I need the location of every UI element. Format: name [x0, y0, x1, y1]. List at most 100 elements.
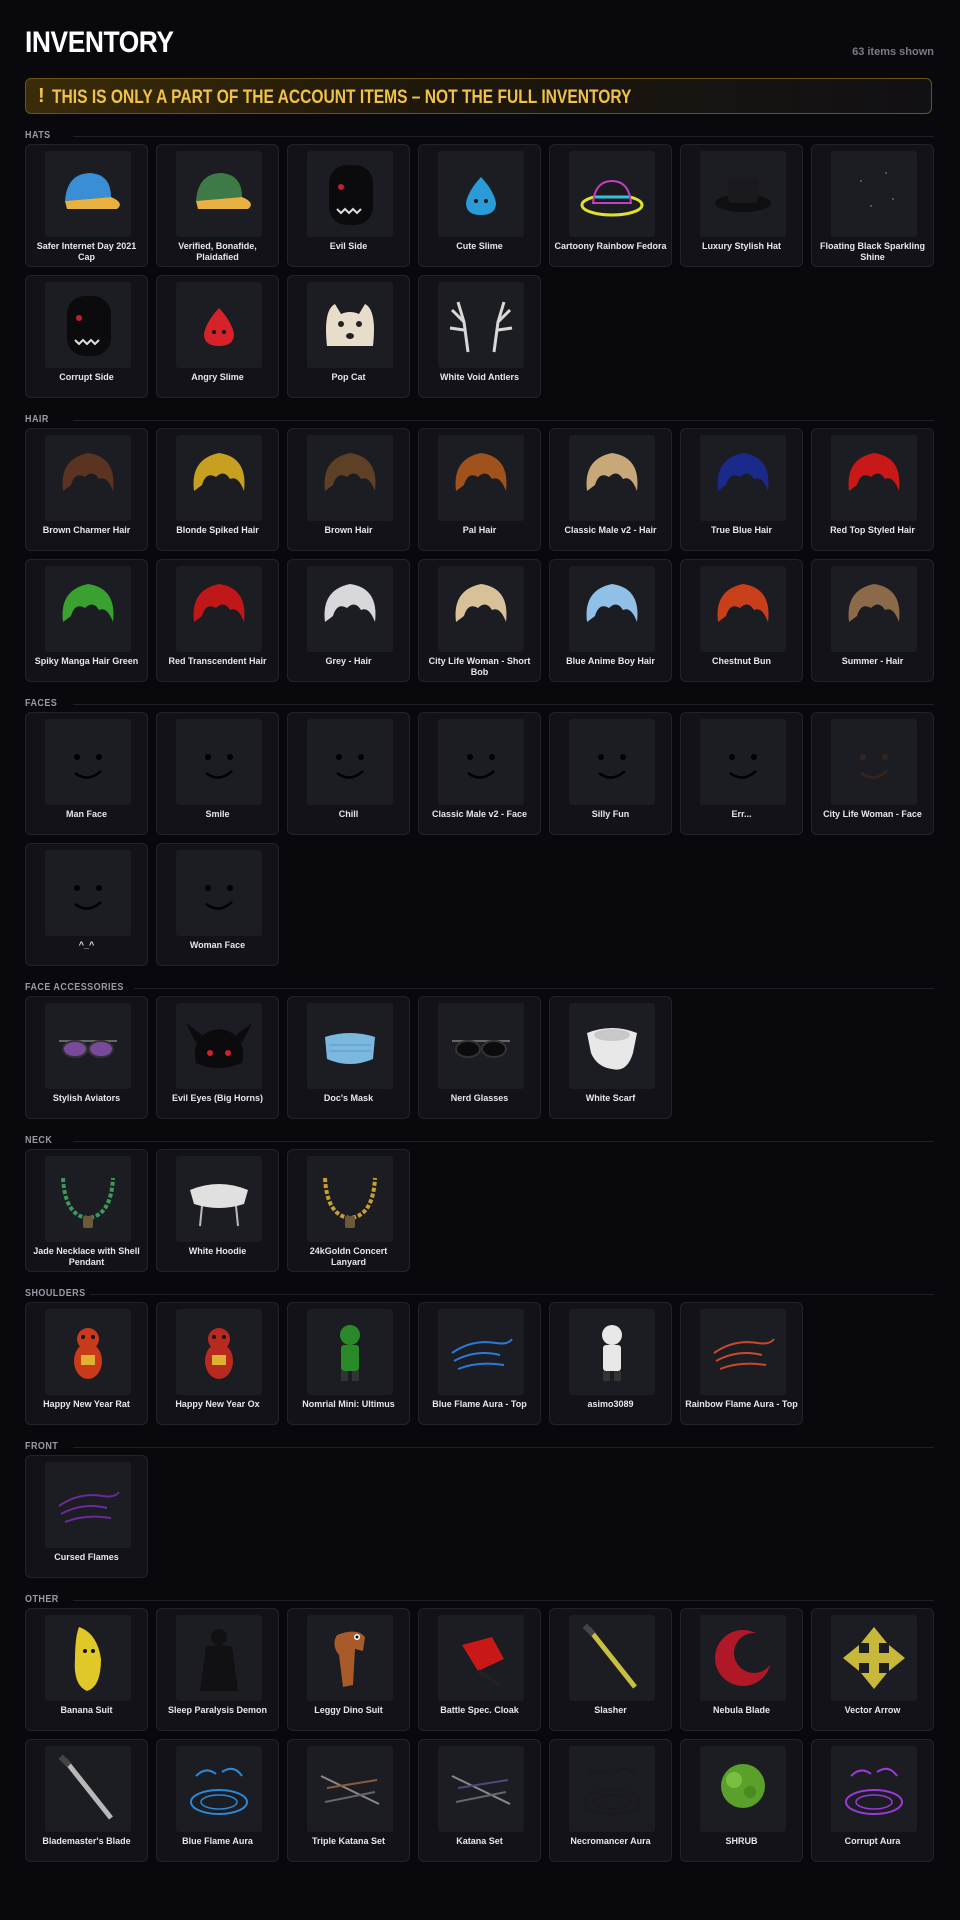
- item-card[interactable]: Floating Black Sparkling Shine: [811, 144, 934, 267]
- item-name: Slasher: [594, 1705, 627, 1715]
- antlers-icon: [438, 282, 524, 368]
- item-card[interactable]: Classic Male v2 - Hair: [549, 428, 672, 551]
- item-card[interactable]: Nebula Blade: [680, 1608, 803, 1731]
- item-card[interactable]: Cute Slime: [418, 144, 541, 267]
- item-card[interactable]: Summer - Hair: [811, 559, 934, 682]
- item-card[interactable]: Brown Hair: [287, 428, 410, 551]
- item-card[interactable]: Angry Slime: [156, 275, 279, 398]
- hair-icon: [831, 435, 917, 521]
- item-card[interactable]: Blue Anime Boy Hair: [549, 559, 672, 682]
- item-card[interactable]: Sleep Paralysis Demon: [156, 1608, 279, 1731]
- item-name: Grey - Hair: [325, 656, 372, 666]
- item-card[interactable]: Red Transcendent Hair: [156, 559, 279, 682]
- item-card[interactable]: Smile: [156, 712, 279, 835]
- item-card[interactable]: Nomrial Mini: Ultimus: [287, 1302, 410, 1425]
- item-name: Cute Slime: [456, 241, 503, 251]
- glasses-icon: [45, 1003, 131, 1089]
- item-card[interactable]: Grey - Hair: [287, 559, 410, 682]
- scarf-icon: [569, 1003, 655, 1089]
- katana-icon: [307, 1746, 393, 1832]
- item-card[interactable]: Blademaster's Blade: [25, 1739, 148, 1862]
- item-card[interactable]: Luxury Stylish Hat: [680, 144, 803, 267]
- item-card[interactable]: Cursed Flames: [25, 1455, 148, 1578]
- item-card[interactable]: Red Top Styled Hair: [811, 428, 934, 551]
- item-card[interactable]: Jade Necklace with Shell Pendant: [25, 1149, 148, 1272]
- item-card[interactable]: True Blue Hair: [680, 428, 803, 551]
- item-card[interactable]: Doc's Mask: [287, 996, 410, 1119]
- figure-icon: [569, 1309, 655, 1395]
- item-card[interactable]: Battle Spec. Cloak: [418, 1608, 541, 1731]
- face-icon: [569, 719, 655, 805]
- item-card[interactable]: Corrupt Aura: [811, 1739, 934, 1862]
- hat-icon: [700, 151, 786, 237]
- section-label: HAIR: [25, 414, 49, 425]
- item-card[interactable]: Chestnut Bun: [680, 559, 803, 682]
- item-card[interactable]: Blue Flame Aura - Top: [418, 1302, 541, 1425]
- cap-icon: [45, 151, 131, 237]
- item-name: Katana Set: [456, 1836, 503, 1846]
- item-card[interactable]: Silly Fun: [549, 712, 672, 835]
- item-card[interactable]: Verified, Bonafide, Plaidafied: [156, 144, 279, 267]
- item-card[interactable]: Spiky Manga Hair Green: [25, 559, 148, 682]
- section-header: FRONT: [25, 1441, 934, 1455]
- item-name: 24kGoldn Concert Lanyard: [309, 1246, 388, 1267]
- item-name: Blue Flame Aura - Top: [432, 1399, 527, 1409]
- item-card[interactable]: Happy New Year Rat: [25, 1302, 148, 1425]
- item-card[interactable]: Corrupt Side: [25, 275, 148, 398]
- item-name: True Blue Hair: [710, 525, 773, 535]
- item-name: White Scarf: [585, 1093, 636, 1103]
- item-card[interactable]: Triple Katana Set: [287, 1739, 410, 1862]
- item-card[interactable]: Slasher: [549, 1608, 672, 1731]
- flame-icon: [700, 1309, 786, 1395]
- slime-icon: [438, 151, 524, 237]
- section-divider: [133, 988, 934, 989]
- item-card[interactable]: Brown Charmer Hair: [25, 428, 148, 551]
- item-card[interactable]: Man Face: [25, 712, 148, 835]
- item-card[interactable]: White Void Antlers: [418, 275, 541, 398]
- item-card[interactable]: Err...: [680, 712, 803, 835]
- item-card[interactable]: Stylish Aviators: [25, 996, 148, 1119]
- item-name: Verified, Bonafide, Plaidafied: [178, 241, 257, 262]
- item-card[interactable]: Blonde Spiked Hair: [156, 428, 279, 551]
- item-card[interactable]: Rainbow Flame Aura - Top: [680, 1302, 803, 1425]
- section-face-accessories: FACE ACCESSORIES Stylish Aviators Evil Eye…: [25, 982, 934, 1119]
- item-card[interactable]: ^_^: [25, 843, 148, 966]
- item-card[interactable]: City Life Woman - Short Bob: [418, 559, 541, 682]
- item-card[interactable]: Cartoony Rainbow Fedora: [549, 144, 672, 267]
- section-label: OTHER: [25, 1594, 59, 1605]
- item-card[interactable]: Blue Flame Aura: [156, 1739, 279, 1862]
- item-card[interactable]: Katana Set: [418, 1739, 541, 1862]
- item-card[interactable]: Safer Internet Day 2021 Cap: [25, 144, 148, 267]
- item-card[interactable]: Chill: [287, 712, 410, 835]
- section-header: HATS: [25, 130, 934, 144]
- item-card[interactable]: White Scarf: [549, 996, 672, 1119]
- item-name: Silly Fun: [591, 809, 630, 819]
- item-card[interactable]: Happy New Year Ox: [156, 1302, 279, 1425]
- item-card[interactable]: asimo3089: [549, 1302, 672, 1425]
- item-name: Err...: [731, 809, 752, 819]
- item-card[interactable]: Evil Side: [287, 144, 410, 267]
- item-card[interactable]: Classic Male v2 - Face: [418, 712, 541, 835]
- item-card[interactable]: 24kGoldn Concert Lanyard: [287, 1149, 410, 1272]
- item-card[interactable]: Nerd Glasses: [418, 996, 541, 1119]
- hair-icon: [307, 435, 393, 521]
- item-card[interactable]: Pal Hair: [418, 428, 541, 551]
- item-card[interactable]: Leggy Dino Suit: [287, 1608, 410, 1731]
- glasses-icon: [438, 1003, 524, 1089]
- item-card[interactable]: Necromancer Aura: [549, 1739, 672, 1862]
- item-card[interactable]: White Hoodie: [156, 1149, 279, 1272]
- flame-icon: [45, 1462, 131, 1548]
- section-divider: [73, 1447, 934, 1448]
- item-card[interactable]: Banana Suit: [25, 1608, 148, 1731]
- item-card[interactable]: Vector Arrow: [811, 1608, 934, 1731]
- item-card[interactable]: SHRUB: [680, 1739, 803, 1862]
- item-card[interactable]: Evil Eyes (Big Horns): [156, 996, 279, 1119]
- item-card[interactable]: Pop Cat: [287, 275, 410, 398]
- item-card[interactable]: City Life Woman - Face: [811, 712, 934, 835]
- hoodie-icon: [176, 1156, 262, 1242]
- item-name: Blonde Spiked Hair: [176, 525, 259, 535]
- hair-icon: [307, 566, 393, 652]
- item-card[interactable]: Woman Face: [156, 843, 279, 966]
- item-name: Blue Flame Aura: [182, 1836, 253, 1846]
- blade-icon: [700, 1615, 786, 1701]
